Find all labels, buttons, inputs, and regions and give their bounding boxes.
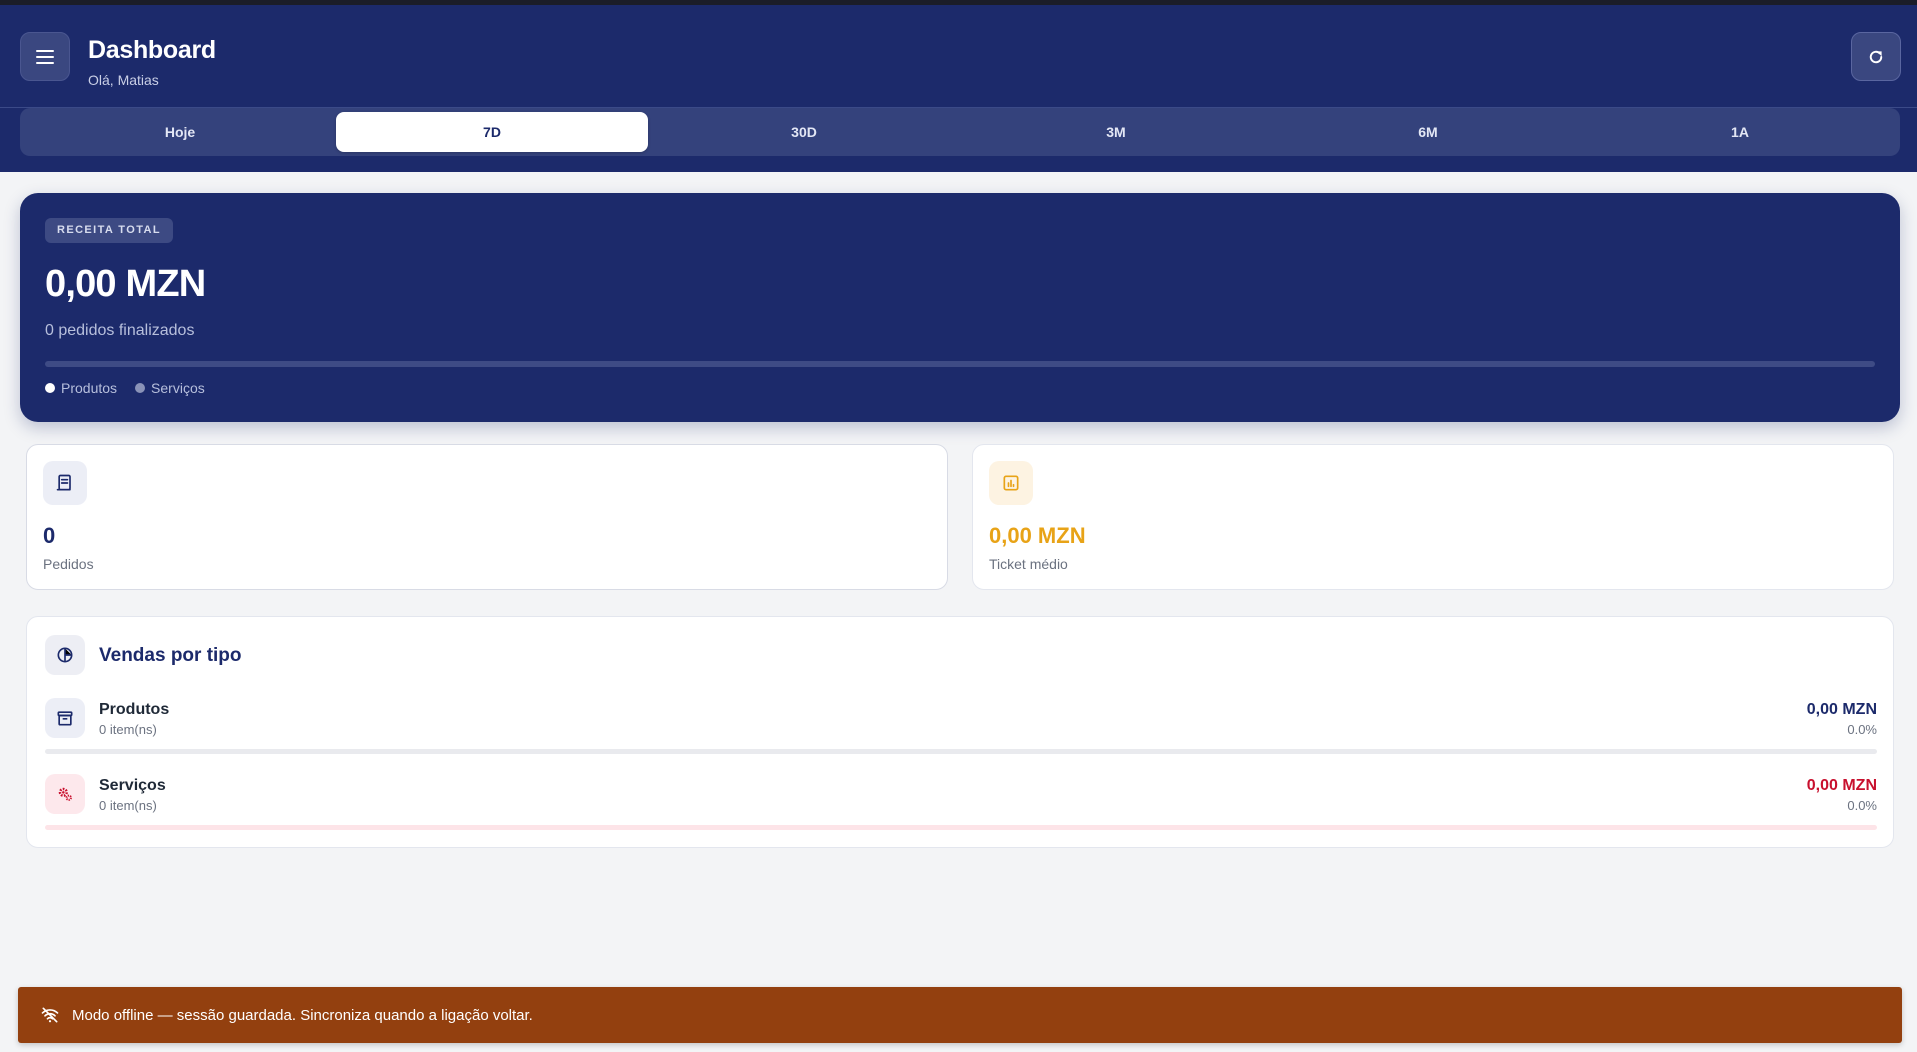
average-ticket-card: 0,00 MZN Ticket médio: [972, 444, 1894, 590]
wifi-off-icon: [41, 1007, 59, 1023]
sales-row-produtos: Produtos 0 item(ns) 0,00 MZN 0.0%: [45, 698, 1877, 758]
receipt-icon: [43, 461, 87, 505]
header-bar: Dashboard Olá, Matias: [0, 5, 1917, 107]
menu-button[interactable]: [20, 32, 70, 81]
sales-row-progress: [45, 825, 1877, 830]
tab-7d[interactable]: 7D: [336, 112, 648, 152]
orders-stat-card: 0 Pedidos: [26, 444, 948, 590]
average-ticket-value: 0,00 MZN: [989, 523, 1086, 548]
revenue-amount: 0,00 MZN: [45, 263, 206, 305]
revenue-split-bar: [45, 361, 1875, 367]
offline-banner: Modo offline — sessão guardada. Sincroni…: [18, 987, 1902, 1043]
bar-chart-icon: [989, 461, 1033, 505]
sales-row-count: 0 item(ns): [99, 798, 157, 813]
orders-label: Pedidos: [43, 556, 94, 572]
tab-6m[interactable]: 6M: [1272, 112, 1584, 152]
total-revenue-card: RECEITA TOTAL 0,00 MZN 0 pedidos finaliz…: [20, 193, 1900, 422]
legend-label: Produtos: [61, 380, 118, 396]
sales-by-type-title: Vendas por tipo: [99, 645, 242, 666]
legend-item-produtos: Produtos: [45, 380, 117, 396]
tab-hoje[interactable]: Hoje: [24, 112, 336, 152]
hamburger-menu-icon: [36, 49, 54, 64]
period-tabs: Hoje 7D 30D 3M 6M 1A: [20, 108, 1900, 156]
revenue-badge: RECEITA TOTAL: [45, 218, 173, 243]
revenue-legend: Produtos Serviços: [45, 380, 205, 396]
legend-item-servicos: Serviços: [135, 380, 205, 396]
sales-row-name: Serviços: [99, 777, 166, 794]
tab-30d[interactable]: 30D: [648, 112, 960, 152]
sales-by-type-card: Vendas por tipo Produtos 0 item(ns) 0,00…: [26, 616, 1894, 848]
refresh-button[interactable]: [1851, 32, 1901, 81]
page-title: Dashboard: [88, 36, 216, 64]
revenue-orders-completed: 0 pedidos finalizados: [45, 322, 195, 339]
sales-row-progress: [45, 749, 1877, 754]
refresh-icon: [1869, 50, 1883, 63]
sales-row-servicos: Serviços 0 item(ns) 0,00 MZN 0.0%: [45, 774, 1877, 834]
sales-row-percent: 0.0%: [1847, 798, 1877, 813]
sales-row-amount: 0,00 MZN: [1806, 777, 1877, 794]
archive-box-icon: [45, 698, 85, 738]
sales-row-percent: 0.0%: [1847, 722, 1877, 737]
orders-count: 0: [43, 523, 56, 548]
tab-1a[interactable]: 1A: [1584, 112, 1896, 152]
legend-dot-servicos: [135, 383, 146, 393]
sales-row-amount: 0,00 MZN: [1806, 701, 1877, 718]
greeting-text: Olá, Matias: [88, 72, 159, 88]
legend-label: Serviços: [151, 380, 205, 396]
app-header: Dashboard Olá, Matias Hoje 7D 30D 3M 6M …: [0, 5, 1917, 172]
tab-3m[interactable]: 3M: [960, 112, 1272, 152]
offline-message: Modo offline — sessão guardada. Sincroni…: [72, 1006, 533, 1024]
pie-chart-icon: [45, 635, 85, 675]
legend-dot-produtos: [45, 383, 55, 393]
sales-row-count: 0 item(ns): [99, 722, 157, 737]
average-ticket-label: Ticket médio: [989, 556, 1068, 572]
gears-icon: [45, 774, 85, 814]
sales-row-name: Produtos: [99, 701, 170, 718]
